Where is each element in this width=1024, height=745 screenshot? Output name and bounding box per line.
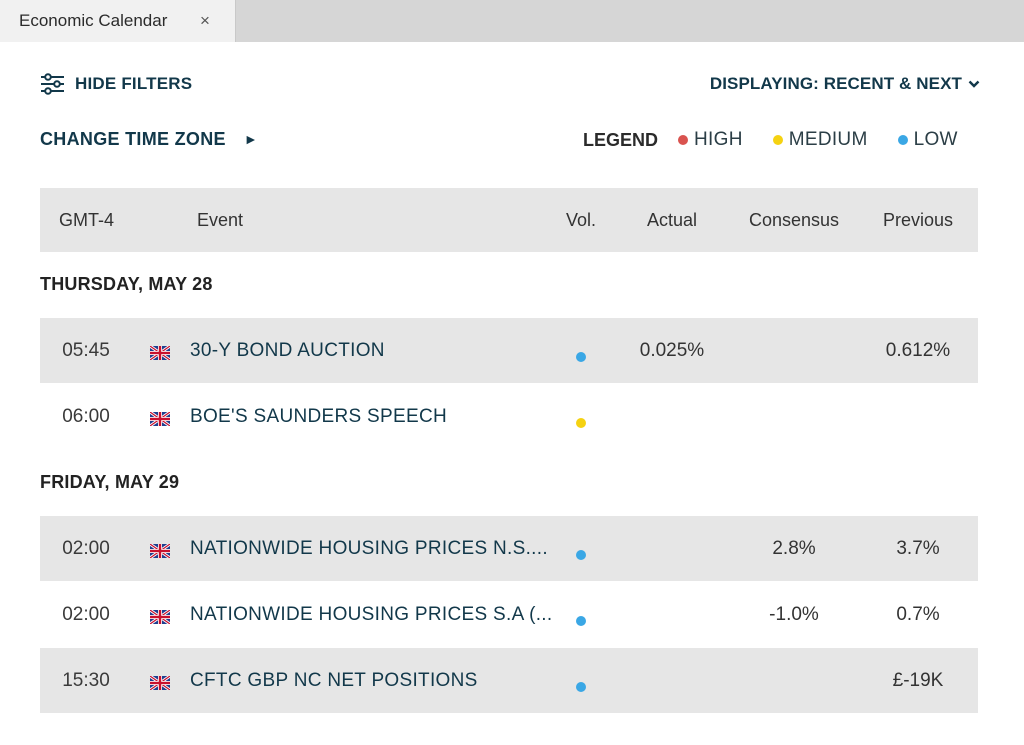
play-arrow-icon: ► [243,131,258,147]
event-time: 02:00 [62,538,110,559]
actual-value [620,648,724,714]
previous-value [866,384,970,450]
calendar-table: GMT-4 Event Vol. Actual Consensus Previo… [40,188,978,714]
previous-value: 0.7% [896,604,940,625]
header-event: Event [197,210,244,230]
volatility-dot-icon [576,412,586,428]
tab-economic-calendar[interactable]: Economic Calendar × [0,0,236,42]
day-label: FRIDAY, MAY 29 [40,472,180,492]
uk-flag-icon [149,542,171,560]
table-row[interactable]: 05:45 30-Y BOND AUCTION 0.025% 0.612% [40,318,978,384]
previous-value: 0.612% [885,340,951,361]
consensus-value: -1.0% [769,604,819,625]
uk-flag-icon [149,674,171,692]
legend-item-medium: MEDIUM [772,129,868,151]
previous-value: 3.7% [896,538,940,559]
table-header: GMT-4 Event Vol. Actual Consensus Previo… [40,188,978,252]
high-dot-icon [678,135,689,145]
legend-label-medium: MEDIUM [788,129,868,150]
table-row[interactable]: 02:00 NATIONWIDE HOUSING PRICES S.A (... -… [40,582,978,648]
event-time: 15:30 [62,670,110,691]
header-vol: Vol. [566,210,597,230]
legend: LEGEND HIGH MEDIUM LOW [583,128,958,152]
actual-value [620,516,724,582]
legend-item-high: HIGH [678,129,743,151]
legend-label-high: HIGH [694,129,743,150]
header-consensus: Consensus [748,210,840,230]
change-time-zone-label: CHANGE TIME ZONE [40,128,226,149]
table-row[interactable]: 02:00 NATIONWIDE HOUSING PRICES N.S.... 2.… [40,516,978,582]
actual-value [620,384,724,450]
volatility-dot-icon [576,610,586,626]
volatility-dot-icon [576,676,586,692]
event-name-link[interactable]: BOE'S SAUNDERS SPEECH [190,384,560,450]
displaying-dropdown[interactable]: DISPLAYING: RECENT & NEXT [710,72,980,96]
event-name-link[interactable]: 30-Y BOND AUCTION [190,318,560,384]
consensus-value [742,318,846,384]
table-body: THURSDAY, MAY 28 05:45 30-Y BOND AUCTION 0.… [40,252,978,714]
actual-value [620,582,724,648]
event-time: 05:45 [62,340,110,361]
change-time-zone-button[interactable]: CHANGE TIME ZONE ► [40,127,258,151]
legend-item-low: LOW [897,129,958,151]
event-name-link[interactable]: CFTC GBP NC NET POSITIONS [190,648,560,714]
sliders-icon [41,73,64,95]
tab-strip: Economic Calendar × [0,0,1024,42]
consensus-value: 2.8% [772,538,816,559]
day-label: THURSDAY, MAY 28 [40,274,213,294]
previous-value: £-19K [892,670,944,691]
displaying-label: DISPLAYING: RECENT & NEXT [709,74,962,93]
table-row[interactable]: 06:00 BOE'S SAUNDERS SPEECH [40,384,978,450]
tab-label: Economic Calendar [19,11,168,30]
volatility-dot-icon [576,346,586,362]
event-name-link[interactable]: NATIONWIDE HOUSING PRICES N.S.... [190,516,560,582]
medium-dot-icon [772,135,783,145]
table-row[interactable]: 15:30 CFTC GBP NC NET POSITIONS £-19K [40,648,978,714]
legend-title: LEGEND [583,129,659,150]
uk-flag-icon [149,344,171,362]
hide-filters-button[interactable]: HIDE FILTERS [40,72,192,96]
day-header: FRIDAY, MAY 29 [40,450,978,516]
header-previous: Previous [882,210,954,230]
close-icon[interactable]: × [200,11,210,31]
hide-filters-label: HIDE FILTERS [75,74,193,93]
uk-flag-icon [149,410,171,428]
uk-flag-icon [149,608,171,626]
event-name-link[interactable]: NATIONWIDE HOUSING PRICES S.A (... [190,582,560,648]
low-dot-icon [897,135,908,145]
day-header: THURSDAY, MAY 28 [40,252,978,318]
consensus-value [742,648,846,714]
header-time: GMT-4 [59,210,115,230]
event-time: 06:00 [62,406,110,427]
volatility-dot-icon [576,544,586,560]
legend-label-low: LOW [913,129,958,150]
actual-value: 0.025% [639,340,705,361]
header-actual: Actual [646,210,698,230]
event-time: 02:00 [62,604,110,625]
consensus-value [742,384,846,450]
chevron-down-icon [968,80,980,88]
